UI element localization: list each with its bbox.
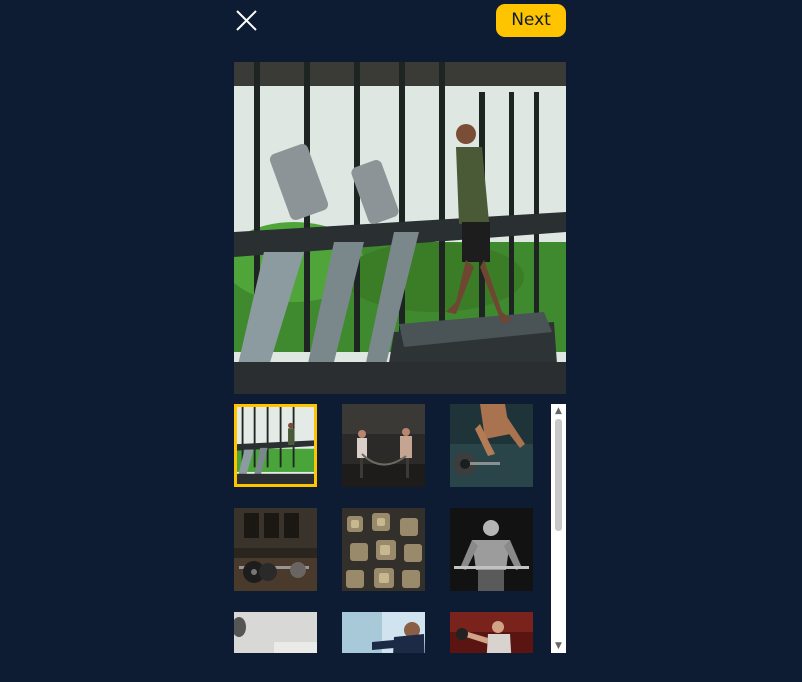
scroll-down-icon[interactable]: ▼ (551, 639, 566, 653)
selected-photo-preview (234, 62, 566, 394)
scrollbar-thumb[interactable] (555, 419, 562, 531)
close-icon (236, 10, 257, 31)
scroll-up-icon[interactable]: ▲ (551, 404, 566, 418)
thumbnail-5[interactable] (342, 508, 425, 591)
thumbnail-2[interactable] (342, 404, 425, 487)
thumbnail-7[interactable] (234, 612, 317, 653)
thumbnail-1[interactable] (234, 404, 317, 487)
thumbnail-9[interactable] (450, 612, 533, 653)
thumbnail-3[interactable] (450, 404, 533, 487)
thumbnail-8[interactable] (342, 612, 425, 653)
thumbnail-6[interactable] (450, 508, 533, 591)
next-button[interactable]: Next (496, 4, 566, 37)
thumbnail-4[interactable] (234, 508, 317, 591)
gallery-scrollbar[interactable]: ▲ ▼ (551, 404, 566, 653)
photo-picker: Next ▲ ▼ (0, 0, 802, 682)
close-button[interactable] (234, 8, 260, 34)
photo-gallery-grid (234, 404, 551, 653)
